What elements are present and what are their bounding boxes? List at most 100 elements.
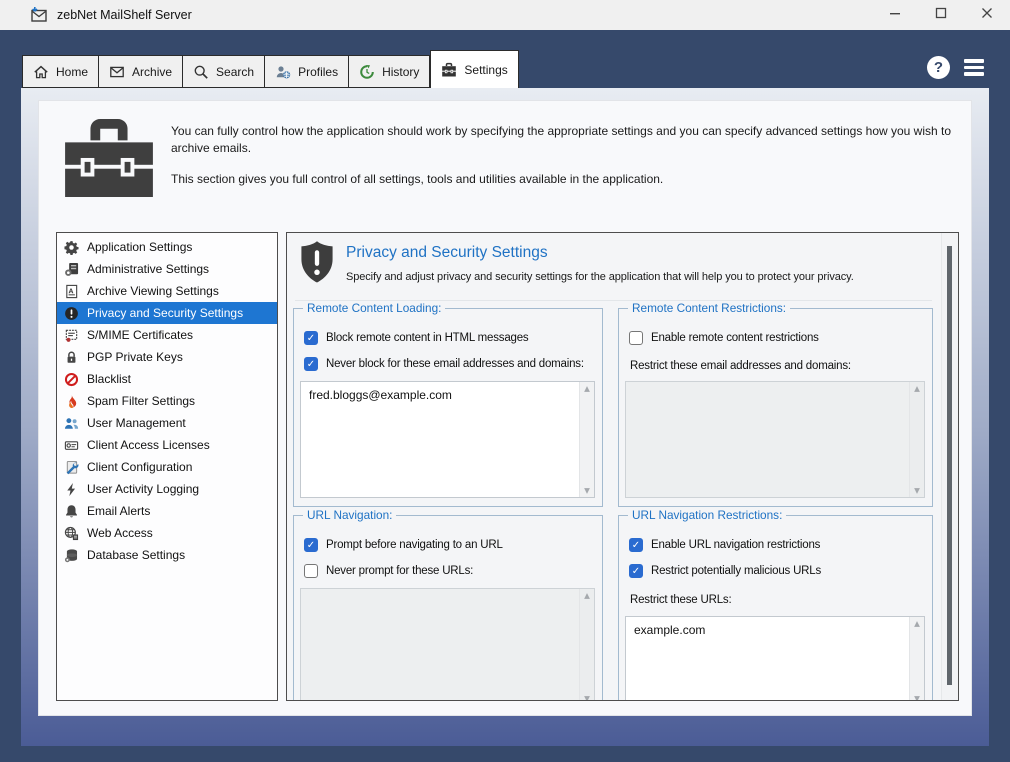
sidebar-item-label: User Activity Logging	[87, 482, 199, 496]
list-value: example.com	[626, 617, 924, 643]
list-scrollbar[interactable]: ▲ ▼	[909, 617, 924, 701]
checkbox-box[interactable]: ✓	[629, 538, 643, 552]
list-scrollbar[interactable]: ▲ ▼	[909, 382, 924, 497]
sidebar-item-spam-filter-settings[interactable]: Spam Filter Settings	[57, 390, 277, 412]
menu-button[interactable]	[964, 59, 984, 76]
scroll-down-icon[interactable]: ▼	[914, 695, 920, 702]
checkbox-box[interactable]: ✓	[629, 564, 643, 578]
list-value: fred.bloggs@example.com	[301, 382, 594, 408]
scroll-up-icon[interactable]: ▲	[914, 620, 920, 628]
tab-label: Profiles	[298, 65, 338, 79]
sidebar-item-user-management[interactable]: User Management	[57, 412, 277, 434]
close-button[interactable]	[964, 0, 1010, 30]
checkbox-never-prompt-urls[interactable]: Never prompt for these URLs:	[304, 564, 473, 578]
sidebar-item-label: Client Access Licenses	[87, 438, 210, 452]
sidebar-item-label: Administrative Settings	[87, 262, 209, 276]
toolbox-icon	[441, 62, 457, 78]
sidebar-item-privacy-and-security-settings[interactable]: Privacy and Security Settings	[57, 302, 277, 324]
tab-home[interactable]: Home	[22, 55, 99, 88]
tab-strip: Home Archive Search Profiles History Settings	[22, 50, 519, 88]
checkbox-box[interactable]: ✓	[304, 331, 318, 345]
gear-icon	[64, 240, 79, 255]
group-url-navigation: URL Navigation: ✓ Prompt before navigati…	[293, 515, 603, 701]
web-globe-icon	[64, 526, 79, 541]
home-icon	[33, 64, 49, 80]
sidebar-item-database-settings[interactable]: Database Settings	[57, 544, 277, 566]
restricted-senders-list[interactable]: ▲ ▼	[625, 381, 925, 498]
sidebar-item-user-activity-logging[interactable]: User Activity Logging	[57, 478, 277, 500]
panel-scrollbar[interactable]	[941, 233, 958, 700]
archive-viewing-icon	[64, 284, 79, 299]
sidebar-item-label: Spam Filter Settings	[87, 394, 195, 408]
menu-icon	[964, 66, 984, 70]
help-button[interactable]: ?	[927, 56, 950, 79]
group-remote-content-loading: Remote Content Loading: ✓ Block remote c…	[293, 308, 603, 507]
sidebar-item-pgp-private-keys[interactable]: PGP Private Keys	[57, 346, 277, 368]
sidebar-item-client-access-licenses[interactable]: Client Access Licenses	[57, 434, 277, 456]
checkbox-block-remote-content[interactable]: ✓ Block remote content in HTML messages	[304, 331, 528, 345]
profiles-icon	[275, 64, 291, 80]
sidebar-item-label: Database Settings	[87, 548, 185, 562]
scroll-up-icon[interactable]: ▲	[914, 385, 920, 393]
tab-settings[interactable]: Settings	[430, 50, 518, 88]
checkbox-enable-url-restrictions[interactable]: ✓ Enable URL navigation restrictions	[629, 538, 820, 552]
checkbox-box[interactable]	[304, 564, 318, 578]
checkbox-prompt-before-navigating[interactable]: ✓ Prompt before navigating to an URL	[304, 538, 503, 552]
checkbox-box[interactable]: ✓	[304, 538, 318, 552]
intro-text: You can fully control how the applicatio…	[171, 123, 971, 187]
privacy-security-panel: Privacy and Security Settings Specify an…	[286, 232, 959, 701]
tab-label: Archive	[132, 65, 172, 79]
checkbox-label: Enable URL navigation restrictions	[651, 539, 820, 551]
minimize-button[interactable]	[872, 0, 918, 30]
sidebar-item-application-settings[interactable]: Application Settings	[57, 236, 277, 258]
sidebar-item-label: Client Configuration	[87, 460, 192, 474]
sidebar-item-blacklist[interactable]: Blacklist	[57, 368, 277, 390]
scroll-down-icon[interactable]: ▼	[584, 487, 590, 495]
sidebar-item-label: Privacy and Security Settings	[87, 306, 243, 320]
scroll-down-icon[interactable]: ▼	[584, 695, 590, 702]
checkbox-box[interactable]	[629, 331, 643, 345]
allowed-senders-list[interactable]: fred.bloggs@example.com ▲ ▼	[300, 381, 595, 498]
sidebar-item-administrative-settings[interactable]: Administrative Settings	[57, 258, 277, 280]
never-prompt-urls-list[interactable]: ▲ ▼	[300, 588, 595, 701]
users-icon	[64, 416, 79, 431]
intro-paragraph-2: This section gives you full control of a…	[171, 171, 971, 188]
checkbox-label: Enable remote content restrictions	[651, 332, 819, 344]
sidebar-item-web-access[interactable]: Web Access	[57, 522, 277, 544]
toolbox-icon	[65, 117, 153, 202]
license-icon	[64, 438, 79, 453]
checkbox-box[interactable]: ✓	[304, 357, 318, 371]
restricted-urls-list[interactable]: example.com ▲ ▼	[625, 616, 925, 701]
scrollbar-thumb[interactable]	[947, 246, 952, 685]
section-subtitle: Specify and adjust privacy and security …	[346, 271, 854, 283]
maximize-button[interactable]	[918, 0, 964, 30]
tab-profiles[interactable]: Profiles	[265, 55, 349, 88]
tab-search[interactable]: Search	[183, 55, 265, 88]
scroll-down-icon[interactable]: ▼	[914, 487, 920, 495]
scroll-up-icon[interactable]: ▲	[584, 385, 590, 393]
help-icon: ?	[934, 59, 943, 76]
list-scrollbar[interactable]: ▲ ▼	[579, 589, 594, 701]
sidebar-item-label: Archive Viewing Settings	[87, 284, 219, 298]
sidebar-item-archive-viewing-settings[interactable]: Archive Viewing Settings	[57, 280, 277, 302]
titlebar: zebNet MailShelf Server	[0, 0, 1010, 30]
tab-label: History	[382, 65, 419, 79]
tab-history[interactable]: History	[349, 55, 430, 88]
app-icon	[30, 6, 48, 24]
checkbox-enable-remote-restrictions[interactable]: Enable remote content restrictions	[629, 331, 819, 345]
checkbox-label: Never block for these email addresses an…	[326, 358, 584, 370]
spam-flame-icon	[64, 394, 79, 409]
sidebar-item-label: Application Settings	[87, 240, 192, 254]
list-scrollbar[interactable]: ▲ ▼	[579, 382, 594, 497]
sidebar-item-client-configuration[interactable]: Client Configuration	[57, 456, 277, 478]
scroll-up-icon[interactable]: ▲	[584, 592, 590, 600]
bell-icon	[64, 504, 79, 519]
checkbox-never-block-addresses[interactable]: ✓ Never block for these email addresses …	[304, 357, 584, 371]
sidebar-item-s-mime-certificates[interactable]: S/MIME Certificates	[57, 324, 277, 346]
tab-archive[interactable]: Archive	[99, 55, 183, 88]
app-window: zebNet MailShelf Server Home Archive Searc…	[0, 0, 1010, 762]
settings-category-list: Application Settings Administrative Setti…	[56, 232, 278, 701]
checkbox-restrict-malicious-urls[interactable]: ✓ Restrict potentially malicious URLs	[629, 564, 821, 578]
certificate-icon	[64, 328, 79, 343]
sidebar-item-email-alerts[interactable]: Email Alerts	[57, 500, 277, 522]
